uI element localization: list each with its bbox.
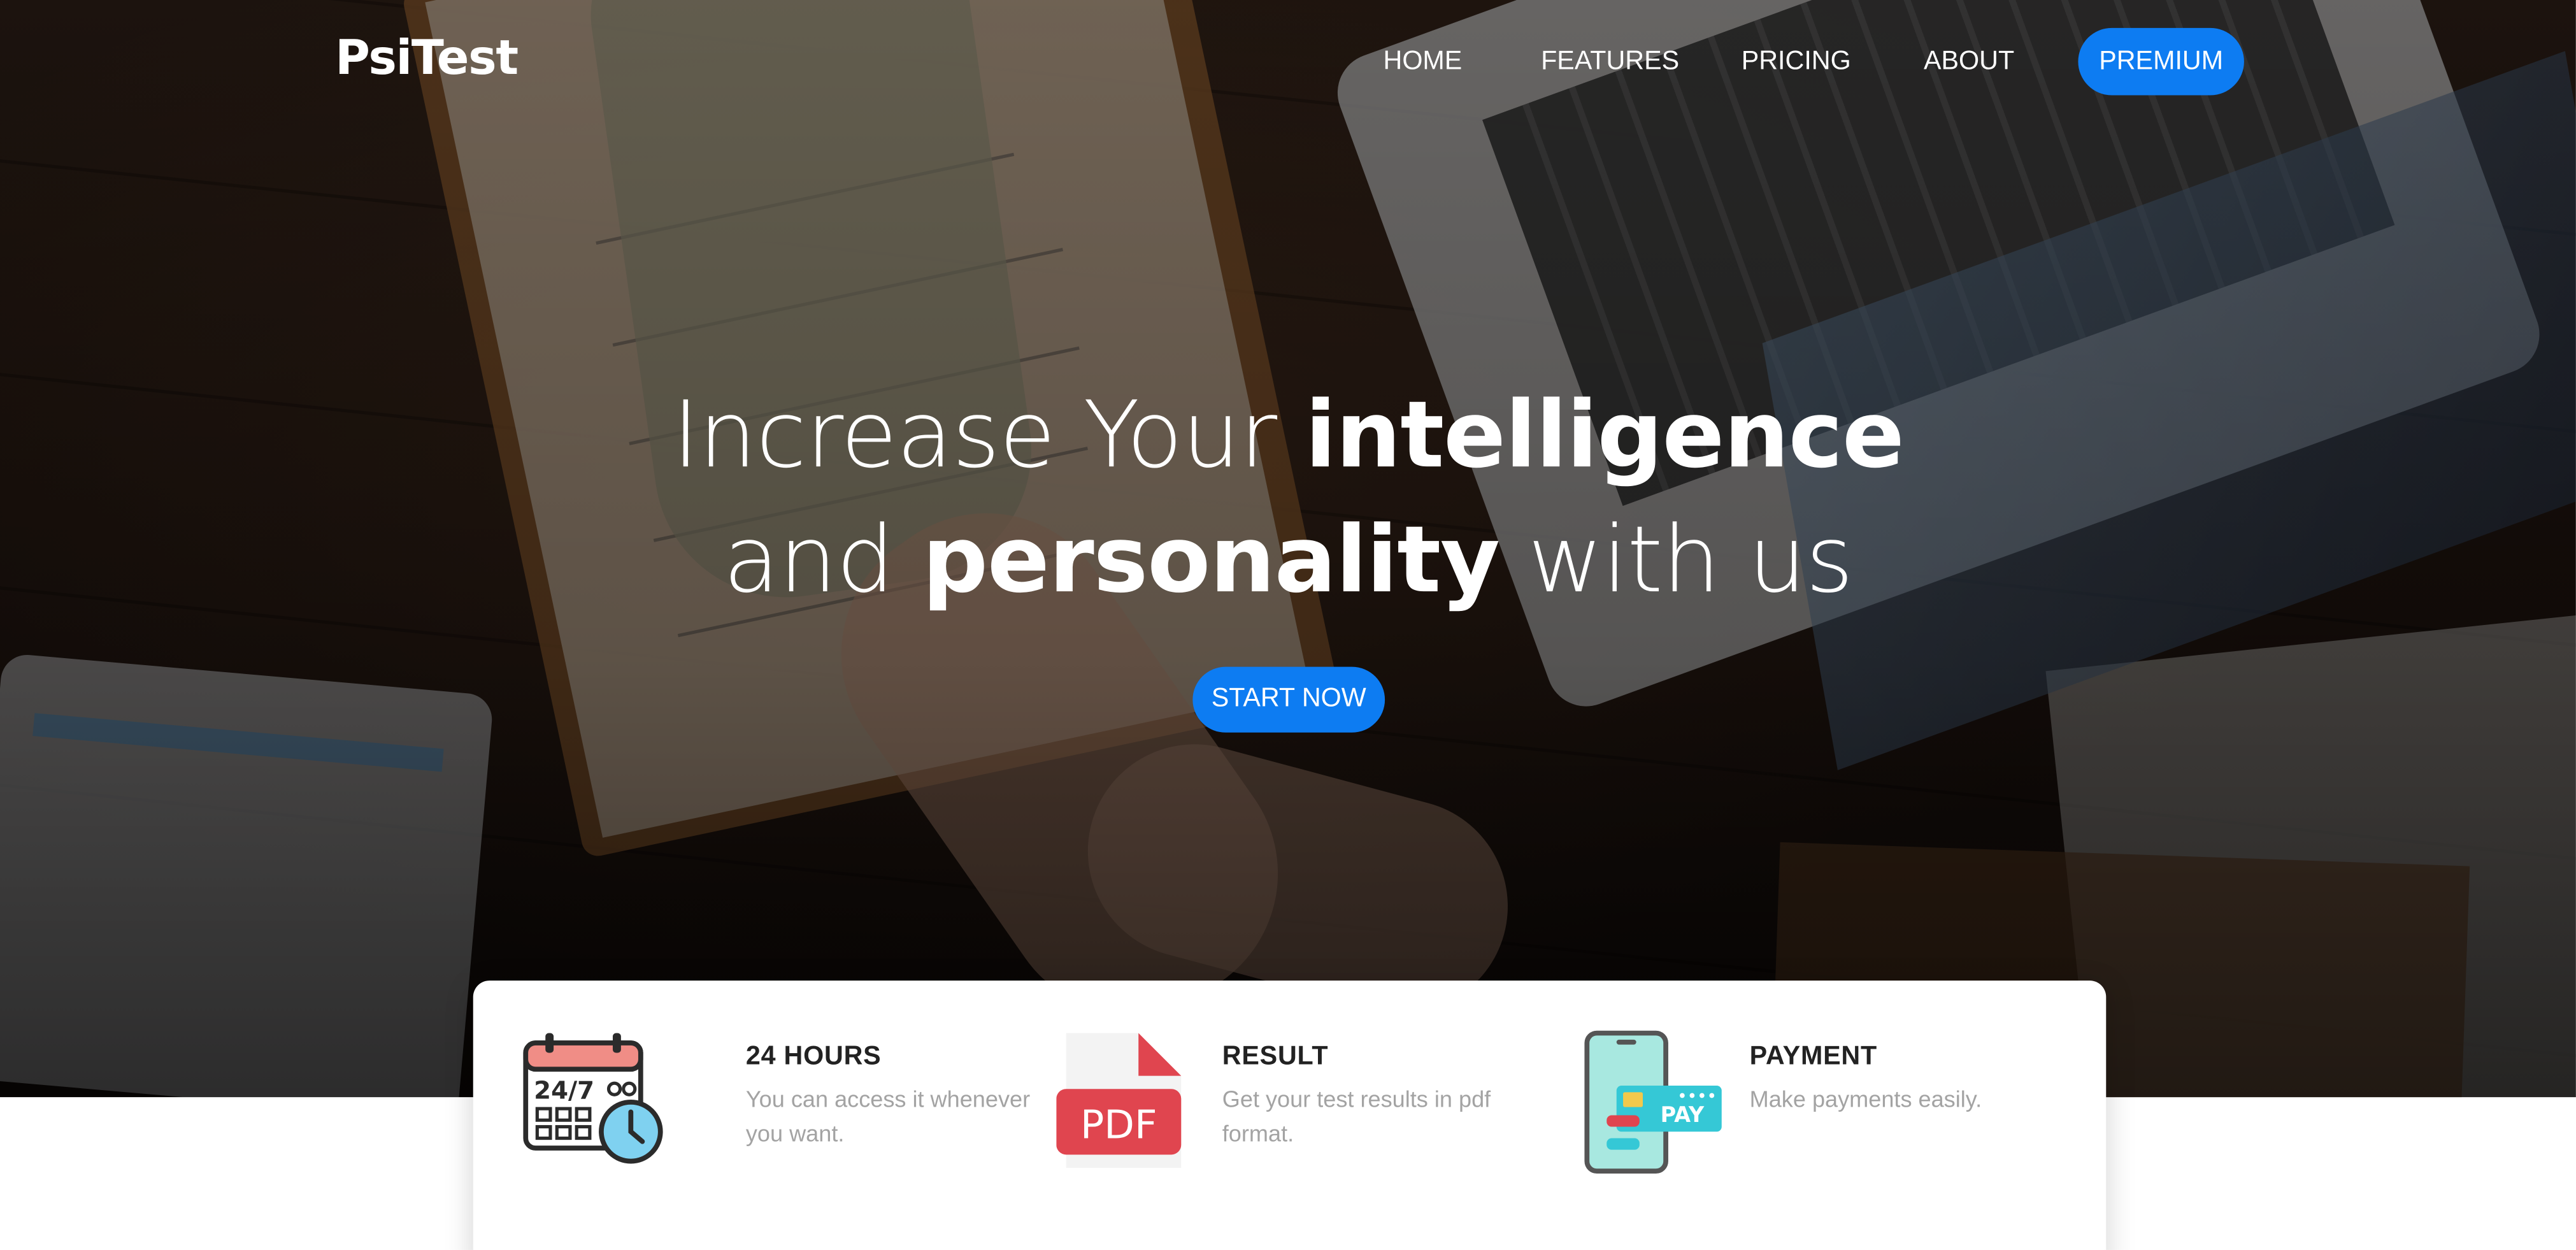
headline-text: Increase Your [672, 382, 1305, 490]
pay-label: PAY [1661, 1102, 1705, 1127]
page: PsiTest HOME FEATURES PRICING ABOUT PREM… [0, 0, 2576, 1250]
feature-payment: PAY PAYMENT Make payments easily. [1584, 1030, 2077, 1194]
hero-headline-line-2: and personality with us [0, 499, 2576, 624]
pdf-label: PDF [1080, 1102, 1157, 1148]
calendar-label: 24/7 [534, 1077, 594, 1105]
feature-description: Get your test results in pdf format. [1222, 1086, 1491, 1147]
features-card: 24/7 24 HOURS You can access it whenever… [473, 981, 2107, 1250]
nav-features-link[interactable]: FEATURES [1541, 48, 1679, 77]
feature-24-hours: 24/7 24 HOURS You can access it whenever… [522, 1030, 1030, 1194]
pdf-file-icon: PDF [1056, 1033, 1182, 1168]
hero-headline-line-1: Increase Your intelligence [0, 375, 2576, 499]
feature-title: RESULT [1222, 1043, 1329, 1071]
calendar-clock-icon: 24/7 [523, 1033, 663, 1164]
nav-home-link[interactable]: HOME [1384, 48, 1463, 77]
feature-title: PAYMENT [1749, 1043, 1877, 1071]
premium-button[interactable]: PREMIUM [2078, 27, 2244, 96]
nav-pricing-link[interactable]: PRICING [1742, 48, 1851, 77]
feature-result: PDF RESULT Get your test results in pdf … [1056, 1030, 1549, 1194]
nav-about-link[interactable]: ABOUT [1924, 48, 2014, 77]
headline-text: with us [1499, 507, 1853, 615]
start-now-button[interactable]: START NOW [1192, 666, 1385, 733]
feature-description: Make payments easily. [1749, 1086, 1982, 1112]
headline-emphasis: personality [922, 507, 1500, 615]
feature-description: You can access it whenever you want. [745, 1086, 1031, 1147]
feature-title: 24 HOURS [745, 1043, 882, 1071]
headline-text: and [723, 507, 922, 615]
hero-headline: Increase Your intelligence and personali… [0, 375, 2576, 624]
mobile-pay-icon: PAY [1584, 1030, 1722, 1174]
headline-emphasis: intelligence [1305, 382, 1905, 490]
